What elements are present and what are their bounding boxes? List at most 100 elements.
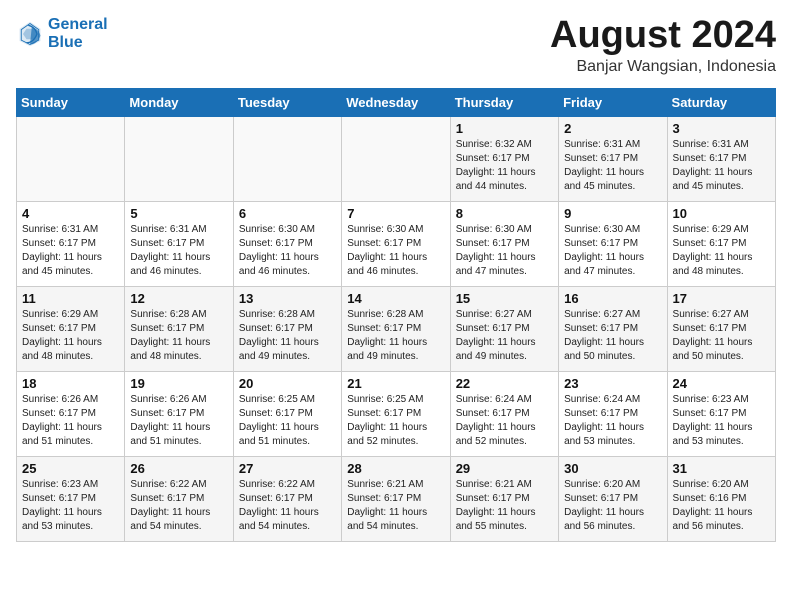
day-info: Sunrise: 6:21 AM Sunset: 6:17 PM Dayligh… xyxy=(456,478,553,534)
day-number: 18 xyxy=(22,376,119,391)
calendar-cell: 19 Sunrise: 6:26 AM Sunset: 6:17 PM Dayli… xyxy=(125,372,233,457)
day-number: 25 xyxy=(22,461,119,476)
header-thursday: Thursday xyxy=(450,89,558,117)
day-info: Sunrise: 6:29 AM Sunset: 6:17 PM Dayligh… xyxy=(22,308,119,364)
day-number: 26 xyxy=(130,461,227,476)
logo-text: General Blue xyxy=(48,16,108,52)
day-number: 6 xyxy=(239,206,336,221)
day-number: 15 xyxy=(456,291,553,306)
day-number: 14 xyxy=(347,291,444,306)
day-number: 7 xyxy=(347,206,444,221)
header-friday: Friday xyxy=(559,89,667,117)
calendar-cell xyxy=(342,117,450,202)
calendar-cell: 16Sunrise: 6:27 AM Sunset: 6:17 PM Dayli… xyxy=(559,287,667,372)
calendar-cell: 5 Sunrise: 6:31 AM Sunset: 6:17 PM Daylig… xyxy=(125,202,233,287)
week-row-5: 25 Sunrise: 6:23 AM Sunset: 6:17 PM Dayli… xyxy=(17,457,776,542)
calendar-cell: 24 Sunrise: 6:23 AM Sunset: 6:17 PM Dayli… xyxy=(667,372,775,457)
page-header: General Blue August 2024 Banjar Wangsian… xyxy=(16,16,776,76)
calendar-cell: 22Sunrise: 6:24 AM Sunset: 6:17 PM Dayli… xyxy=(450,372,558,457)
location-subtitle: Banjar Wangsian, Indonesia xyxy=(550,58,776,76)
day-info: Sunrise: 6:28 AM Sunset: 6:17 PM Dayligh… xyxy=(239,308,336,364)
day-info: Sunrise: 6:28 AM Sunset: 6:17 PM Dayligh… xyxy=(347,308,444,364)
week-row-3: 11 Sunrise: 6:29 AM Sunset: 6:17 PM Dayli… xyxy=(17,287,776,372)
day-number: 19 xyxy=(130,376,227,391)
calendar-cell: 15 Sunrise: 6:27 AM Sunset: 6:17 PM Dayli… xyxy=(450,287,558,372)
day-info: Sunrise: 6:20 AM Sunset: 6:16 PM Dayligh… xyxy=(673,478,770,534)
day-number: 11 xyxy=(22,291,119,306)
day-info: Sunrise: 6:31 AM Sunset: 6:17 PM Dayligh… xyxy=(130,223,227,279)
day-number: 23 xyxy=(564,376,661,391)
day-info: Sunrise: 6:22 AM Sunset: 6:17 PM Dayligh… xyxy=(239,478,336,534)
header-wednesday: Wednesday xyxy=(342,89,450,117)
calendar-cell xyxy=(125,117,233,202)
day-info: Sunrise: 6:23 AM Sunset: 6:17 PM Dayligh… xyxy=(22,478,119,534)
day-info: Sunrise: 6:32 AM Sunset: 6:17 PM Dayligh… xyxy=(456,138,553,194)
title-block: August 2024 Banjar Wangsian, Indonesia xyxy=(550,16,776,76)
header-row: SundayMondayTuesdayWednesdayThursdayFrid… xyxy=(17,89,776,117)
calendar-header: SundayMondayTuesdayWednesdayThursdayFrid… xyxy=(17,89,776,117)
calendar-cell: 8 Sunrise: 6:30 AM Sunset: 6:17 PM Daylig… xyxy=(450,202,558,287)
day-info: Sunrise: 6:30 AM Sunset: 6:17 PM Dayligh… xyxy=(456,223,553,279)
day-info: Sunrise: 6:27 AM Sunset: 6:17 PM Dayligh… xyxy=(564,308,661,364)
day-number: 8 xyxy=(456,206,553,221)
day-info: Sunrise: 6:25 AM Sunset: 6:17 PM Dayligh… xyxy=(239,393,336,449)
day-number: 30 xyxy=(564,461,661,476)
calendar-cell: 10Sunrise: 6:29 AM Sunset: 6:17 PM Dayli… xyxy=(667,202,775,287)
day-info: Sunrise: 6:30 AM Sunset: 6:17 PM Dayligh… xyxy=(239,223,336,279)
day-number: 21 xyxy=(347,376,444,391)
calendar-cell: 12 Sunrise: 6:28 AM Sunset: 6:17 PM Dayli… xyxy=(125,287,233,372)
day-number: 27 xyxy=(239,461,336,476)
calendar-cell: 25 Sunrise: 6:23 AM Sunset: 6:17 PM Dayli… xyxy=(17,457,125,542)
day-info: Sunrise: 6:24 AM Sunset: 6:17 PM Dayligh… xyxy=(456,393,553,449)
calendar-cell: 29 Sunrise: 6:21 AM Sunset: 6:17 PM Dayli… xyxy=(450,457,558,542)
calendar-cell xyxy=(233,117,341,202)
calendar-cell: 31Sunrise: 6:20 AM Sunset: 6:16 PM Dayli… xyxy=(667,457,775,542)
calendar-cell: 20 Sunrise: 6:25 AM Sunset: 6:17 PM Dayli… xyxy=(233,372,341,457)
week-row-2: 4 Sunrise: 6:31 AM Sunset: 6:17 PM Daylig… xyxy=(17,202,776,287)
header-sunday: Sunday xyxy=(17,89,125,117)
day-info: Sunrise: 6:31 AM Sunset: 6:17 PM Dayligh… xyxy=(673,138,770,194)
day-info: Sunrise: 6:25 AM Sunset: 6:17 PM Dayligh… xyxy=(347,393,444,449)
calendar-cell: 26Sunrise: 6:22 AM Sunset: 6:17 PM Dayli… xyxy=(125,457,233,542)
logo: General Blue xyxy=(16,16,108,52)
calendar-cell: 28Sunrise: 6:21 AM Sunset: 6:17 PM Dayli… xyxy=(342,457,450,542)
calendar-cell: 30 Sunrise: 6:20 AM Sunset: 6:17 PM Dayli… xyxy=(559,457,667,542)
header-monday: Monday xyxy=(125,89,233,117)
day-info: Sunrise: 6:27 AM Sunset: 6:17 PM Dayligh… xyxy=(673,308,770,364)
week-row-1: 1 Sunrise: 6:32 AM Sunset: 6:17 PM Daylig… xyxy=(17,117,776,202)
day-number: 13 xyxy=(239,291,336,306)
day-number: 24 xyxy=(673,376,770,391)
calendar-body: 1 Sunrise: 6:32 AM Sunset: 6:17 PM Daylig… xyxy=(17,117,776,542)
calendar-cell: 7Sunrise: 6:30 AM Sunset: 6:17 PM Daylig… xyxy=(342,202,450,287)
day-info: Sunrise: 6:28 AM Sunset: 6:17 PM Dayligh… xyxy=(130,308,227,364)
day-info: Sunrise: 6:20 AM Sunset: 6:17 PM Dayligh… xyxy=(564,478,661,534)
calendar-cell: 1 Sunrise: 6:32 AM Sunset: 6:17 PM Daylig… xyxy=(450,117,558,202)
day-info: Sunrise: 6:27 AM Sunset: 6:17 PM Dayligh… xyxy=(456,308,553,364)
day-number: 5 xyxy=(130,206,227,221)
day-number: 4 xyxy=(22,206,119,221)
day-info: Sunrise: 6:26 AM Sunset: 6:17 PM Dayligh… xyxy=(22,393,119,449)
calendar-cell: 3Sunrise: 6:31 AM Sunset: 6:17 PM Daylig… xyxy=(667,117,775,202)
calendar-cell: 18 Sunrise: 6:26 AM Sunset: 6:17 PM Dayli… xyxy=(17,372,125,457)
day-number: 2 xyxy=(564,121,661,136)
calendar-cell: 13 Sunrise: 6:28 AM Sunset: 6:17 PM Dayli… xyxy=(233,287,341,372)
day-number: 12 xyxy=(130,291,227,306)
calendar-cell xyxy=(17,117,125,202)
day-number: 29 xyxy=(456,461,553,476)
calendar-cell: 17Sunrise: 6:27 AM Sunset: 6:17 PM Dayli… xyxy=(667,287,775,372)
day-info: Sunrise: 6:26 AM Sunset: 6:17 PM Dayligh… xyxy=(130,393,227,449)
day-info: Sunrise: 6:23 AM Sunset: 6:17 PM Dayligh… xyxy=(673,393,770,449)
calendar-cell: 23 Sunrise: 6:24 AM Sunset: 6:17 PM Dayli… xyxy=(559,372,667,457)
day-info: Sunrise: 6:21 AM Sunset: 6:17 PM Dayligh… xyxy=(347,478,444,534)
day-info: Sunrise: 6:24 AM Sunset: 6:17 PM Dayligh… xyxy=(564,393,661,449)
month-title: August 2024 xyxy=(550,16,776,54)
logo-icon xyxy=(16,20,44,48)
day-info: Sunrise: 6:30 AM Sunset: 6:17 PM Dayligh… xyxy=(564,223,661,279)
day-number: 20 xyxy=(239,376,336,391)
day-info: Sunrise: 6:29 AM Sunset: 6:17 PM Dayligh… xyxy=(673,223,770,279)
calendar-cell: 9Sunrise: 6:30 AM Sunset: 6:17 PM Daylig… xyxy=(559,202,667,287)
day-number: 1 xyxy=(456,121,553,136)
header-tuesday: Tuesday xyxy=(233,89,341,117)
calendar-cell: 11 Sunrise: 6:29 AM Sunset: 6:17 PM Dayli… xyxy=(17,287,125,372)
day-info: Sunrise: 6:31 AM Sunset: 6:17 PM Dayligh… xyxy=(22,223,119,279)
